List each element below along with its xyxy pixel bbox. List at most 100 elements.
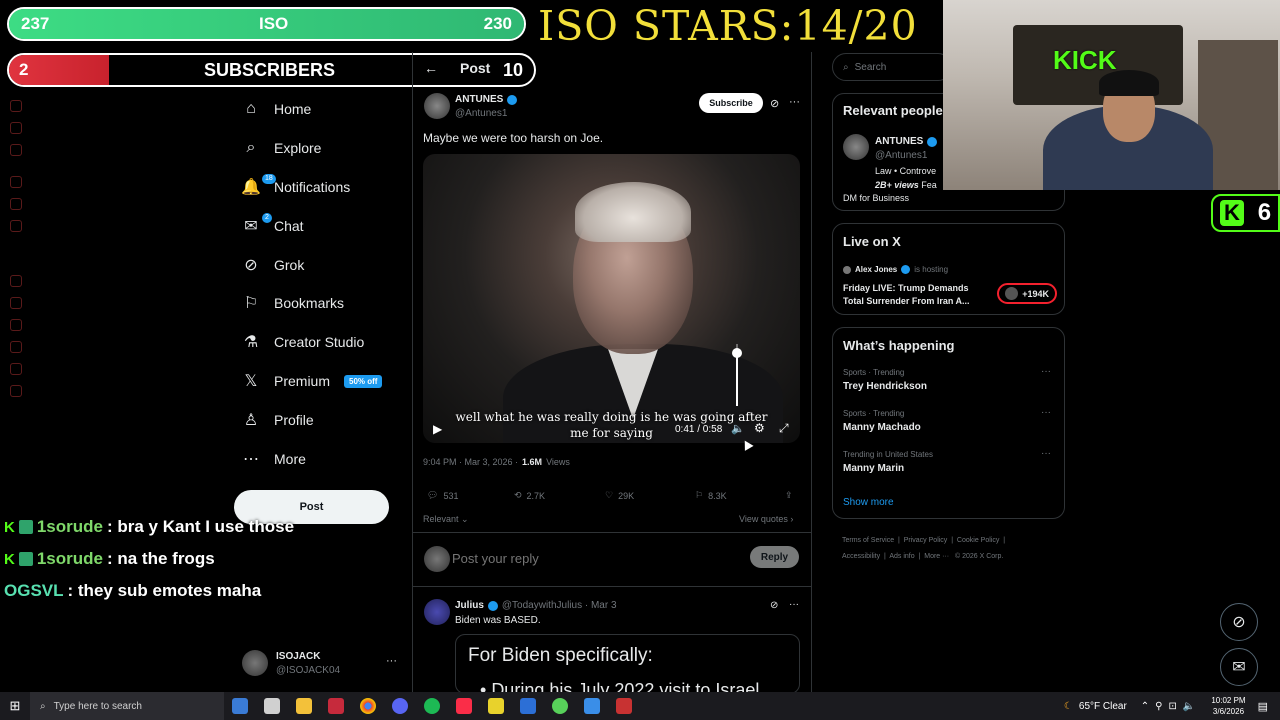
file-explorer-icon[interactable] xyxy=(296,698,312,714)
moon-icon: ☾ xyxy=(1063,700,1073,712)
nav-item-chat[interactable]: ✉ 2 Chat xyxy=(242,213,304,235)
extension-icon[interactable] xyxy=(10,319,22,331)
volume-icon[interactable]: 🔈 xyxy=(731,422,745,435)
reply-sort-dropdown[interactable]: Relevant ⌄ xyxy=(423,514,469,525)
relevant-name[interactable]: ANTUNES xyxy=(875,136,923,147)
subscribe-button[interactable]: Subscribe xyxy=(699,93,763,113)
clock[interactable]: 10:02 PM 3/6/2026 xyxy=(1211,695,1245,717)
trend-topic[interactable]: Manny Machado xyxy=(843,422,921,433)
grok-icon[interactable]: ⊘ xyxy=(770,600,778,611)
more-link[interactable]: More ··· xyxy=(924,553,949,560)
settings-gear-icon[interactable]: ⚙ xyxy=(754,421,765,435)
trend-topic[interactable]: Manny Marin xyxy=(843,463,904,474)
windows-start-icon[interactable]: ⊞ xyxy=(0,698,30,714)
extension-icon[interactable] xyxy=(10,363,22,375)
extension-icon[interactable] xyxy=(10,144,22,156)
notification-icon[interactable]: ▤ xyxy=(1258,700,1268,713)
app-icon[interactable] xyxy=(584,698,600,714)
reply-author-avatar[interactable] xyxy=(424,599,450,625)
grok-icon[interactable]: ⊘ xyxy=(770,97,779,110)
share-action[interactable]: ⇪ xyxy=(785,490,793,501)
like-action[interactable]: ♡ 29K xyxy=(605,490,634,501)
nav-item-more[interactable]: ⋯ More xyxy=(242,450,306,468)
nav-item-notifications[interactable]: 🔔 18 Notifications xyxy=(241,174,350,196)
embedded-image[interactable]: For Biden specifically: • During his Jul… xyxy=(455,634,800,694)
extension-icon[interactable] xyxy=(10,220,22,232)
ads-info-link[interactable]: Ads info xyxy=(889,553,914,560)
fullscreen-icon[interactable]: ⤢ xyxy=(779,421,789,436)
extension-icon[interactable] xyxy=(10,341,22,353)
live-listeners-pill[interactable]: +194K xyxy=(997,283,1057,304)
repost-action[interactable]: ⟲ 2.7K xyxy=(514,490,545,501)
trend-more-icon[interactable]: ··· xyxy=(1041,366,1051,377)
relevant-handle[interactable]: @Antunes1 xyxy=(875,150,927,161)
app-icon[interactable] xyxy=(616,698,632,714)
extension-icon[interactable] xyxy=(10,297,22,309)
reply-author-name[interactable]: Julius xyxy=(455,600,484,611)
copilot-icon[interactable] xyxy=(232,698,248,714)
nav-item-bookmarks[interactable]: ⚐ Bookmarks xyxy=(242,294,344,312)
extension-icon[interactable] xyxy=(10,275,22,287)
bookmark-action[interactable]: ⚐ 8.3K xyxy=(695,490,727,501)
sticky-notes-icon[interactable] xyxy=(488,698,504,714)
chrome-icon[interactable] xyxy=(360,698,376,714)
nav-item-home[interactable]: ⌂ Home xyxy=(242,100,311,118)
terms-link[interactable]: Terms of Service xyxy=(842,537,894,544)
extension-icon[interactable] xyxy=(10,100,22,112)
search-bar[interactable]: ⌕ Search xyxy=(832,53,952,81)
reply-button[interactable]: Reply xyxy=(750,546,799,568)
live-headline[interactable]: Friday LIVE: Trump Demands Total Surrend… xyxy=(843,282,988,308)
view-quotes-link[interactable]: View quotes › xyxy=(739,514,793,524)
messages-float-button[interactable]: ✉ xyxy=(1220,648,1258,686)
post-timestamp[interactable]: 9:04 PM · Mar 3, 2026 · xyxy=(423,457,518,467)
music-icon[interactable] xyxy=(456,698,472,714)
reply-input[interactable] xyxy=(452,547,732,569)
show-more-link[interactable]: Show more xyxy=(843,497,894,508)
grok-float-button[interactable]: ⊘ xyxy=(1220,603,1258,641)
relevant-avatar[interactable] xyxy=(843,134,869,160)
live-host[interactable]: Alex Jones xyxy=(855,265,897,274)
obs-icon[interactable] xyxy=(328,698,344,714)
trend-more-icon[interactable]: ··· xyxy=(1041,407,1051,418)
trend-more-icon[interactable]: ··· xyxy=(1041,448,1051,459)
taskbar-search[interactable]: ⌕ Type here to search xyxy=(30,692,224,720)
author-avatar[interactable] xyxy=(424,93,450,119)
copyright: © 2026 X Corp. xyxy=(954,553,1004,560)
trend-topic[interactable]: Trey Hendrickson xyxy=(843,381,927,392)
spotify-icon[interactable] xyxy=(424,698,440,714)
nav-item-profile[interactable]: ♙ Profile xyxy=(242,411,314,429)
video-player[interactable]: well what he was really doing is he was … xyxy=(423,154,800,443)
privacy-link[interactable]: Privacy Policy xyxy=(904,537,948,544)
extension-icon[interactable] xyxy=(10,385,22,397)
nav-item-creator-studio[interactable]: ⚗ Creator Studio xyxy=(242,333,364,351)
accessibility-link[interactable]: Accessibility xyxy=(842,553,880,560)
play-icon[interactable]: ▶ xyxy=(433,422,442,436)
account-menu-button[interactable]: ··· xyxy=(386,655,397,667)
app-icon[interactable] xyxy=(552,698,568,714)
more-options-icon[interactable]: ··· xyxy=(789,599,799,610)
system-tray-icons[interactable]: ⌃⚲⊡🔈 xyxy=(1141,701,1202,712)
more-options-icon[interactable]: ··· xyxy=(789,96,800,108)
relevant-bio-2: 2B+ views Fea xyxy=(875,180,937,190)
author-handle[interactable]: @Antunes1 xyxy=(455,108,507,119)
video-time: 0:41 / 0:58 xyxy=(675,424,723,435)
reply-action[interactable]: 💬︎ 531 xyxy=(427,490,458,501)
account-avatar[interactable] xyxy=(242,650,268,676)
nav-item-grok[interactable]: ⊘ Grok xyxy=(242,256,304,274)
extension-icon[interactable] xyxy=(10,122,22,134)
cookie-link[interactable]: Cookie Policy xyxy=(957,537,999,544)
reply-author-handle[interactable]: @TodaywithJulius · Mar 3 xyxy=(502,600,617,611)
store-icon[interactable] xyxy=(264,698,280,714)
nav-item-premium[interactable]: 𝕏 Premium 50% off xyxy=(242,372,383,390)
search-icon: ⌕ xyxy=(40,700,46,712)
extension-icon[interactable] xyxy=(10,176,22,188)
app-icon[interactable] xyxy=(520,698,536,714)
author-name[interactable]: ANTUNES xyxy=(455,94,503,105)
weather-widget[interactable]: ☾ 65°F Clear xyxy=(1064,701,1127,712)
verified-badge-icon xyxy=(927,136,938,147)
discord-icon[interactable] xyxy=(392,698,408,714)
extension-icon[interactable] xyxy=(10,198,22,210)
volume-slider[interactable] xyxy=(732,344,742,406)
nav-item-explore[interactable]: ⌕ Explore xyxy=(242,139,322,157)
nav-item-label: Explore xyxy=(274,140,322,156)
